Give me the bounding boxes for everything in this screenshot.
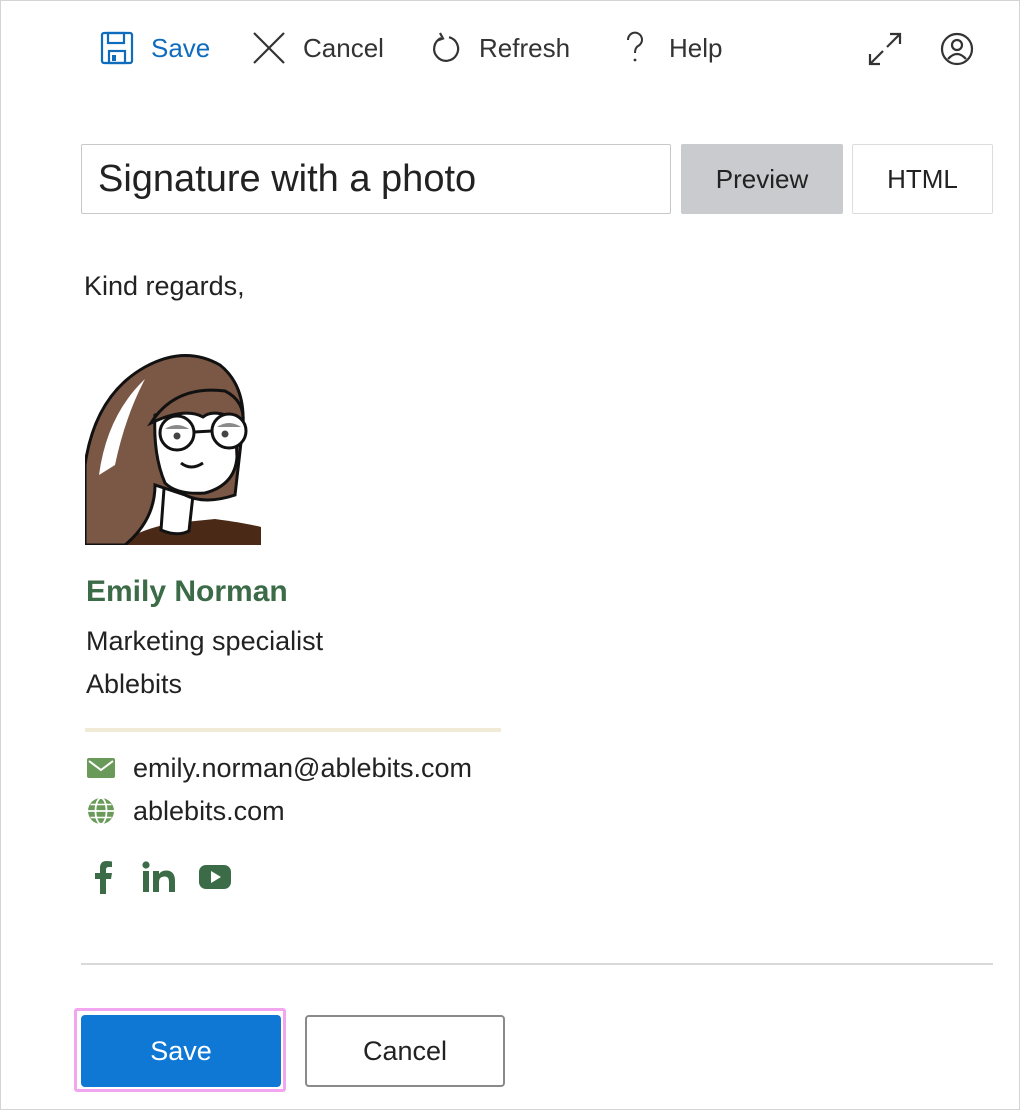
toolbar-cancel-button[interactable]: Cancel [249, 23, 384, 73]
refresh-icon [425, 28, 465, 68]
social-links [85, 859, 253, 895]
signature-editor-panel: Save Cancel Refresh Help Signature with … [0, 0, 1020, 1110]
toolbar-refresh-label: Refresh [479, 32, 571, 63]
signature-company: Ablebits [86, 669, 183, 699]
toolbar: Save Cancel Refresh Help [1, 1, 1019, 95]
help-icon [615, 28, 655, 68]
signature-email[interactable]: emily.norman@ablebits.com [133, 753, 472, 784]
signature-divider [85, 728, 501, 732]
toolbar-cancel-label: Cancel [303, 32, 384, 63]
toolbar-refresh-button[interactable]: Refresh [425, 23, 570, 73]
signature-greeting: Kind regards, [84, 271, 245, 301]
tab-preview[interactable]: Preview [681, 144, 843, 214]
save-icon [97, 28, 137, 68]
linkedin-icon[interactable] [141, 859, 177, 895]
tab-html-label: HTML [887, 163, 958, 194]
close-icon [249, 28, 289, 68]
signature-website[interactable]: ablebits.com [133, 796, 285, 827]
save-button[interactable]: Save [81, 1015, 281, 1087]
avatar [85, 345, 261, 545]
tab-preview-label: Preview [715, 163, 809, 194]
toolbar-help-label: Help [669, 32, 723, 63]
save-button-label: Save [150, 1035, 212, 1066]
toolbar-save-button[interactable]: Save [97, 23, 210, 73]
toolbar-help-button[interactable]: Help [615, 23, 722, 73]
facebook-icon[interactable] [85, 859, 121, 895]
signature-name-input[interactable] [81, 144, 671, 214]
signature-website-row: ablebits.com [85, 793, 285, 829]
cancel-button-label: Cancel [362, 1035, 448, 1066]
footer-divider [81, 963, 993, 965]
expand-icon[interactable] [863, 27, 907, 71]
toolbar-save-label: Save [151, 32, 211, 63]
globe-icon [85, 795, 117, 827]
signature-email-row: emily.norman@ablebits.com [85, 750, 472, 786]
signature-person-name: Emily Norman [86, 575, 288, 608]
signature-job-title: Marketing specialist [86, 626, 324, 656]
tab-html[interactable]: HTML [852, 144, 993, 214]
cancel-button[interactable]: Cancel [305, 1015, 505, 1087]
youtube-icon[interactable] [197, 859, 233, 895]
email-icon [85, 752, 117, 784]
user-icon[interactable] [935, 27, 979, 71]
